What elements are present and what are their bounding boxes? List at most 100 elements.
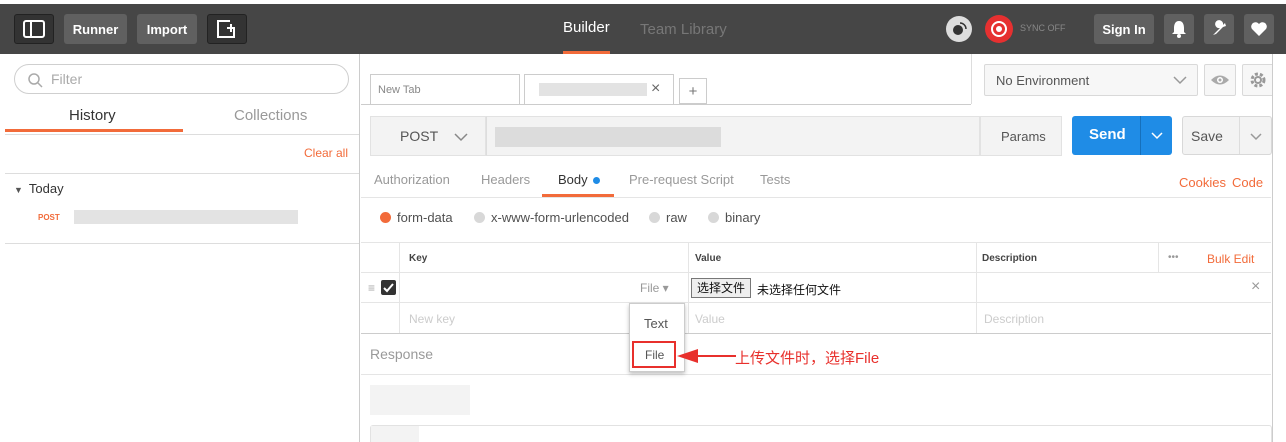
builder-tab[interactable]: Builder [563, 4, 610, 54]
radio-form-data[interactable]: form-data [380, 210, 453, 225]
toggle-sidebar-button[interactable] [14, 14, 54, 44]
more-options-icon[interactable]: ••• [1168, 252, 1179, 263]
choose-file-button[interactable]: 选择文件 [691, 278, 752, 298]
new-value-input[interactable]: Value [695, 312, 725, 326]
window-right-edge [1272, 54, 1286, 442]
sync-icon [991, 21, 1007, 37]
col-description: Description [982, 253, 1038, 264]
new-key-input[interactable]: New key [409, 312, 455, 326]
dropdown-option-text[interactable]: Text [644, 316, 668, 331]
new-description-input[interactable]: Description [984, 312, 1044, 326]
main-panel: New Tab × + No Environment POST Params S… [361, 54, 1286, 442]
response-label: Response [370, 346, 434, 362]
sidebar-toggle-icon [23, 20, 45, 38]
runner-label: Runner [72, 21, 119, 37]
radio-label: x-www-form-urlencoded [491, 210, 629, 225]
radio-dot [380, 212, 391, 223]
sync-button[interactable] [985, 15, 1013, 43]
send-button[interactable]: Send [1072, 116, 1172, 155]
radio-dot [708, 212, 719, 223]
col-value: Value [695, 253, 722, 264]
group-label: Today [28, 181, 64, 196]
sign-in-button[interactable]: Sign In [1094, 14, 1154, 44]
tab-collections[interactable]: Collections [234, 107, 307, 124]
close-tab-icon[interactable]: × [651, 80, 660, 98]
favorite-button[interactable] [1244, 14, 1274, 44]
code-link[interactable]: Code [1232, 175, 1263, 190]
import-button[interactable]: Import [137, 14, 197, 44]
environment-select[interactable]: No Environment [984, 64, 1198, 96]
params-label: Params [1001, 129, 1046, 144]
tabs-baseline [361, 104, 971, 105]
params-table-header: Key Value Description ••• Bulk Edit [361, 242, 1271, 273]
tab-label: New Tab [378, 83, 421, 96]
tab-headers[interactable]: Headers [481, 172, 530, 187]
cookies-link[interactable]: Cookies [1179, 175, 1226, 190]
radio-binary[interactable]: binary [708, 210, 760, 225]
new-window-button[interactable] [207, 14, 247, 44]
method-select[interactable]: POST [370, 116, 486, 156]
search-icon [28, 73, 43, 88]
save-button[interactable]: Save [1182, 116, 1272, 155]
table-row: ≡ File ▾ 选择文件 未选择任何文件 × [361, 273, 1271, 303]
chevron-down-icon[interactable] [1151, 131, 1163, 140]
send-split [1140, 116, 1141, 155]
team-library-tab[interactable]: Team Library [640, 4, 727, 54]
add-tab-button[interactable]: + [679, 78, 707, 104]
divider [5, 134, 359, 135]
divider [5, 243, 359, 244]
history-item-url-redacted[interactable] [74, 210, 298, 224]
interceptor-button[interactable] [946, 16, 972, 42]
satellite-icon [953, 22, 967, 35]
chevron-down-icon [454, 133, 468, 142]
row-checkbox[interactable] [381, 280, 396, 295]
radio-x-www-form-urlencoded[interactable]: x-www-form-urlencoded [474, 210, 629, 225]
history-group-today[interactable]: ▼ Today [14, 181, 64, 196]
col-divider [1158, 242, 1159, 272]
tab-active-request[interactable]: × [524, 74, 674, 104]
response-tab-placeholder [371, 426, 419, 442]
tab-history[interactable]: History [69, 107, 116, 124]
annotation-arrow-icon [677, 349, 736, 363]
body-indicator-dot [592, 177, 600, 184]
col-key: Key [409, 253, 428, 264]
tab-new-tab[interactable]: New Tab [370, 74, 520, 104]
tab-body[interactable]: Body [558, 172, 600, 187]
no-file-text: 未选择任何文件 [757, 283, 842, 297]
dropdown-option-file[interactable]: File [632, 341, 676, 368]
quick-look-button[interactable] [1204, 64, 1236, 96]
tab-authorization[interactable]: Authorization [374, 172, 450, 187]
active-tab-indicator [5, 129, 183, 132]
row-type-select[interactable]: File ▾ [640, 281, 669, 295]
tab-pre-request-script[interactable]: Pre-request Script [629, 172, 734, 187]
chevron-down-icon [1173, 76, 1187, 85]
radio-label: form-data [397, 210, 453, 225]
team-library-label: Team Library [640, 20, 727, 38]
eye-icon [1211, 75, 1229, 85]
bulk-edit-link[interactable]: Bulk Edit [1207, 252, 1254, 266]
tab-tests[interactable]: Tests [760, 172, 790, 187]
filter-placeholder: Filter [51, 71, 83, 87]
chevron-down-icon[interactable] [1250, 132, 1262, 141]
drag-handle-icon[interactable]: ≡ [368, 281, 375, 295]
notifications-button[interactable] [1164, 14, 1194, 44]
radio-dot [649, 212, 660, 223]
heart-icon [1251, 22, 1267, 36]
bell-icon [1172, 21, 1186, 38]
filter-input[interactable]: Filter [14, 64, 349, 94]
runner-button[interactable]: Runner [64, 14, 127, 44]
tab-body-label: Body [558, 172, 588, 187]
response-body-placeholder [370, 425, 1272, 442]
environment-settings-button[interactable] [1242, 64, 1274, 96]
save-split [1239, 117, 1240, 154]
settings-button[interactable] [1204, 14, 1234, 44]
delete-row-icon[interactable]: × [1251, 278, 1260, 296]
app-window: Runner Import Builder Team Library SYNC … [0, 0, 1286, 442]
table-row-new: New key Value Description [361, 304, 1271, 334]
clear-all-link[interactable]: Clear all [304, 146, 348, 160]
params-button[interactable]: Params [980, 116, 1062, 156]
url-input[interactable] [486, 116, 980, 156]
divider [361, 374, 1271, 375]
wrench-icon [1213, 20, 1226, 35]
radio-raw[interactable]: raw [649, 210, 687, 225]
